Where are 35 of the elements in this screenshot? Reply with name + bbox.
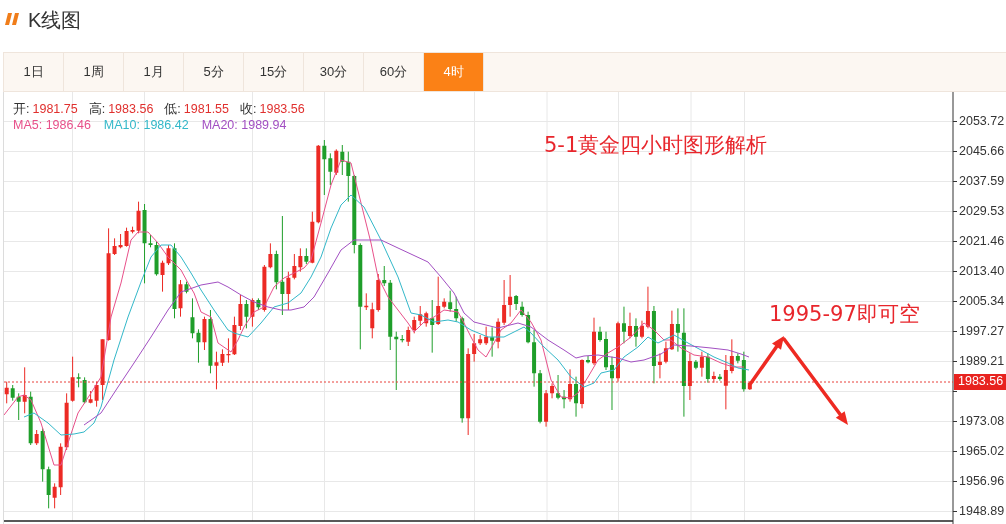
moving-average-label: MA5: 1986.46 — [13, 118, 91, 132]
period-tab[interactable]: 1周 — [64, 53, 124, 91]
period-tab[interactable]: 30分 — [304, 53, 364, 91]
quote-label: 低: — [164, 102, 181, 116]
price-label: 1973.08 — [959, 413, 1005, 428]
price-label: 2037.59 — [959, 173, 1005, 188]
price-label: 2053.72 — [959, 113, 1005, 128]
quote-value: 1983.56 — [108, 102, 154, 116]
moving-average-label: MA20: 1989.94 — [201, 118, 287, 132]
page-title: K线图 — [28, 8, 82, 32]
price-label: 2045.66 — [959, 143, 1005, 158]
quote-label: 收: — [240, 102, 257, 116]
moving-average-label: MA10: 1986.42 — [103, 118, 189, 132]
price-label: 1965.02 — [959, 443, 1005, 458]
period-tab[interactable]: 1日 — [4, 53, 64, 91]
price-label: 1997.27 — [959, 323, 1005, 338]
period-tab[interactable]: 1月 — [124, 53, 184, 91]
quote-value: 1983.56 — [259, 102, 305, 116]
quote-label: 开: — [13, 102, 30, 116]
price-label: 2005.34 — [959, 293, 1005, 308]
price-label: 1956.96 — [959, 473, 1005, 488]
quote-value: 1981.55 — [183, 102, 229, 116]
period-tab[interactable]: 15分 — [244, 53, 304, 91]
price-label: 1948.89 — [959, 503, 1005, 518]
price-label: 2013.40 — [959, 263, 1005, 278]
price-label: 2021.46 — [959, 233, 1005, 248]
chart-annotation: 1995-97即可空 — [769, 302, 920, 326]
price-label: 2029.53 — [959, 203, 1005, 218]
slash-marks-icon — [5, 12, 19, 26]
price-label: 1989.21 — [959, 353, 1005, 368]
quote-value: 1981.75 — [32, 102, 78, 116]
quote-label: 高: — [88, 102, 106, 116]
period-tab[interactable]: 5分 — [184, 53, 244, 91]
chart-annotation: 5-1黄金四小时图形解析 — [544, 133, 768, 157]
last-price-tag: 1983.56 — [954, 374, 1006, 390]
